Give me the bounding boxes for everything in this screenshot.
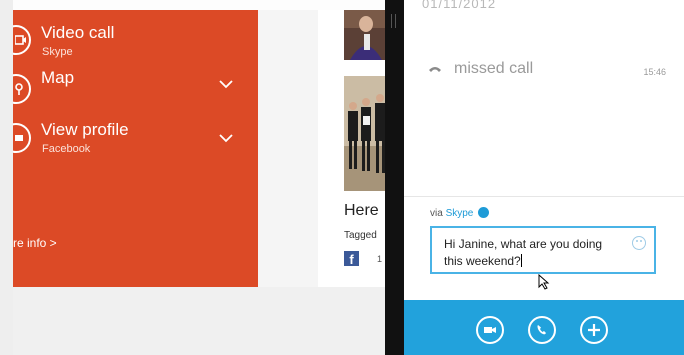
emoticon-icon[interactable] <box>632 236 646 250</box>
voice-call-button[interactable] <box>528 316 556 344</box>
more-info-link[interactable]: re info > <box>13 236 57 250</box>
divider-grip-icon[interactable] <box>391 14 396 28</box>
missed-call-text: missed call <box>454 60 534 77</box>
view-profile-subtitle: Facebook <box>42 143 91 155</box>
video-call-icon <box>13 25 31 55</box>
panel-gap <box>258 10 318 287</box>
background-area <box>13 287 385 355</box>
missed-call-time: 15:46 <box>643 67 666 77</box>
profile-icon <box>13 123 31 153</box>
via-prefix: via <box>430 208 443 219</box>
chevron-down-icon[interactable] <box>219 80 233 89</box>
phone-icon <box>537 325 546 335</box>
map-title: Map <box>41 68 75 87</box>
compose-separator <box>404 196 684 197</box>
message-text-content: Hi Janine, what are you doing this weeke… <box>444 237 603 268</box>
post-time: 1 <box>377 254 383 264</box>
add-button[interactable] <box>580 316 608 344</box>
message-input[interactable]: Hi Janine, what are you doing this weeke… <box>430 226 656 274</box>
post-photo-group[interactable] <box>344 76 390 191</box>
snap-divider[interactable] <box>385 0 404 355</box>
post-tagged-label: Tagged <box>344 230 377 241</box>
video-call-subtitle: Skype <box>42 46 73 58</box>
facebook-icon: f <box>344 251 359 266</box>
mouse-pointer-icon <box>538 274 550 290</box>
missed-call-icon <box>429 67 441 72</box>
video-camera-icon <box>484 327 496 333</box>
post-title[interactable]: Here <box>344 202 379 220</box>
chat-pane: 01/11/2012 missed call 15:46 via Skype H… <box>404 0 684 355</box>
view-profile-title: View profile <box>41 120 129 139</box>
contact-actions-panel: Video call Skype Map View profile Facebo… <box>13 10 258 287</box>
via-service-name[interactable]: Skype <box>446 208 474 219</box>
call-action-bar <box>404 300 684 355</box>
social-post-card: Here Tagged f 1 <box>318 10 390 287</box>
map-icon <box>13 74 31 104</box>
service-dropdown-icon[interactable] <box>478 207 490 218</box>
missed-call-entry: missed call 15:46 <box>426 60 666 82</box>
video-call-button[interactable] <box>476 316 504 344</box>
via-service-label[interactable]: via Skype <box>430 207 490 219</box>
chevron-down-icon[interactable] <box>219 134 233 143</box>
text-caret <box>520 254 522 267</box>
post-photo-top[interactable] <box>344 10 390 60</box>
plus-icon <box>588 324 600 336</box>
window-left-edge <box>0 0 13 355</box>
conversation-date: 01/11/2012 <box>422 0 497 11</box>
video-call-title: Video call <box>41 23 115 42</box>
message-text[interactable]: Hi Janine, what are you doing this weeke… <box>444 236 624 270</box>
